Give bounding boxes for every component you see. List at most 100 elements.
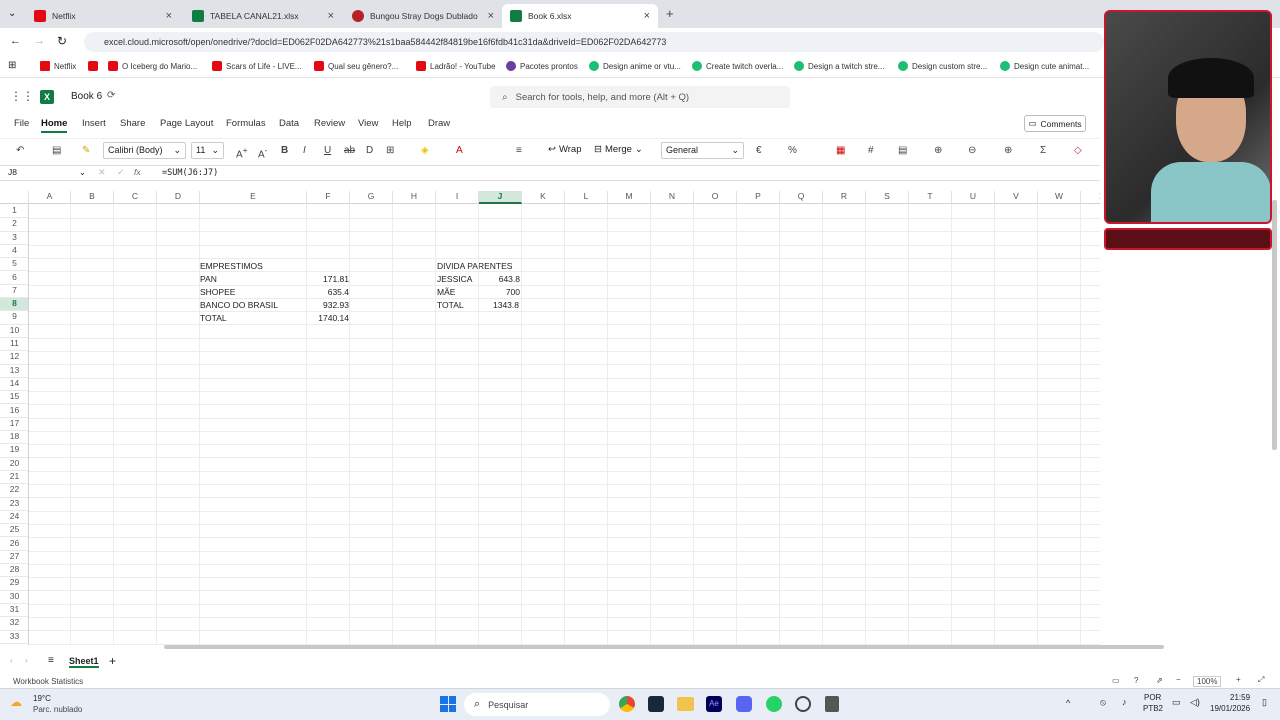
row-header-12[interactable]: 12 [0,351,29,365]
bookmark[interactable]: Ladrão! - YouTube [416,61,496,71]
row-header-33[interactable]: 33 [0,631,29,644]
tab-share[interactable]: Share [120,118,145,129]
close-icon[interactable]: × [166,10,172,22]
zoom-out-icon[interactable]: − [1176,675,1181,684]
row-header-16[interactable]: 16 [0,405,29,418]
all-sheets-icon[interactable]: ≡ [48,655,54,666]
merge-button[interactable]: ⊟ Merge ⌄ [594,144,643,155]
after-effects-icon[interactable]: Ae [706,696,722,712]
conditional-format-icon[interactable]: ▦ [836,145,845,156]
zoom-in-icon[interactable]: + [1236,675,1241,684]
scroll-left-icon[interactable]: ‹ [10,656,13,665]
column-header-k[interactable]: K [522,191,565,204]
bookmark[interactable]: Design cute animat... [1000,61,1089,71]
bookmark[interactable] [88,61,98,71]
workbook-title[interactable]: Book 6 [71,91,102,102]
cell-f9[interactable]: 1740.14 [309,312,349,325]
row-header-14[interactable]: 14 [0,378,29,392]
mic-icon[interactable]: ♪ [1122,697,1127,707]
network-icon[interactable]: ⦸ [1100,697,1106,708]
bookmark[interactable]: Design anime or vtu... [589,61,681,71]
row-header-32[interactable]: 32 [0,617,29,631]
tab-formulas[interactable]: Formulas [226,118,266,129]
bookmark[interactable]: Scars of Life - LIVE... [212,61,302,71]
tab-bungou[interactable]: Bungou Stray Dogs Dublado Ep × [344,4,502,28]
clock-app-icon[interactable] [795,696,811,712]
new-tab-icon[interactable]: + [666,6,674,21]
close-icon[interactable]: × [644,10,650,22]
column-header-t[interactable]: T [909,191,952,204]
tab-view[interactable]: View [358,118,378,129]
column-header-x[interactable]: X [1081,191,1100,204]
tray-chevron-icon[interactable]: ^ [1066,698,1070,708]
whatsapp-icon[interactable] [766,696,782,712]
column-header-f[interactable]: F [307,191,350,204]
underline-icon[interactable]: U [324,145,331,156]
spreadsheet-grid[interactable]: EMPRESTIMOS PAN 171.81 SHOPEE 635.4 BANC… [0,191,1100,645]
format-cells-icon[interactable]: ⊕ [1004,145,1012,156]
zoom-level[interactable]: 100% [1193,676,1222,687]
language-label[interactable]: POR [1144,693,1161,702]
bookmark[interactable]: Create twitch overla... [692,61,783,71]
bookmark[interactable]: O Iceberg do Mario... [108,61,197,71]
taskbar-search[interactable]: ⌕ Pesquisar [464,693,610,716]
row-header-15[interactable]: 15 [0,391,29,405]
select-all-corner[interactable] [0,191,29,204]
cell-styles-icon[interactable]: ▤ [898,145,907,156]
tab-home[interactable]: Home [41,118,67,129]
bookmark[interactable]: Design a twitch stre... [794,61,884,71]
row-header-5[interactable]: 5 [0,258,29,272]
column-header-p[interactable]: P [737,191,780,204]
bookmark[interactable]: Netflix [40,61,76,71]
column-header-v[interactable]: V [995,191,1038,204]
column-header-h[interactable]: H [393,191,436,204]
horizontal-scrollbar[interactable] [164,645,1164,649]
column-header-q[interactable]: Q [780,191,823,204]
app-launcher-icon[interactable]: ⋮⋮ [10,89,34,103]
undo-icon[interactable]: ↶ [16,145,24,156]
name-box[interactable]: J8 ⌄ [4,167,88,180]
wrap-text-button[interactable]: ↩ Wrap [548,144,582,155]
format-painter-icon[interactable]: ✎ [82,145,90,156]
fill-color-icon[interactable]: ◈ [421,145,429,156]
percent-icon[interactable]: % [788,145,797,156]
column-header-c[interactable]: C [114,191,157,204]
italic-icon[interactable]: I [303,145,306,156]
row-header-17[interactable]: 17 [0,418,29,432]
cell-e8[interactable]: BANCO DO BRASIL [200,299,278,312]
row-header-18[interactable]: 18 [0,431,29,445]
column-header-m[interactable]: M [608,191,651,204]
row-header-8[interactable]: 8 [0,298,29,312]
column-header-j[interactable]: J [479,191,522,204]
row-header-4[interactable]: 4 [0,245,29,259]
row-header-20[interactable]: 20 [0,458,29,471]
formula-input[interactable]: =SUM(J6:J7) [162,168,218,178]
align-icon[interactable]: ≡ [516,145,522,156]
view-normal-icon[interactable]: ▭ [1112,676,1120,685]
close-icon[interactable]: × [328,10,334,22]
column-header-o[interactable]: O [694,191,737,204]
row-header-26[interactable]: 26 [0,538,29,551]
discord-icon[interactable] [736,696,752,712]
row-header-13[interactable]: 13 [0,365,29,378]
column-header-n[interactable]: N [651,191,694,204]
row-header-19[interactable]: 19 [0,444,29,458]
column-header-i[interactable]: I [436,191,479,204]
insert-function-icon[interactable]: fx [134,167,141,177]
font-size-select[interactable]: 11 ⌄ [191,142,224,159]
row-header-31[interactable]: 31 [0,604,29,618]
steam-icon[interactable] [648,696,664,712]
currency-icon[interactable]: € [756,145,762,156]
apps-grid-icon[interactable]: ⊞ [8,60,16,71]
column-header-r[interactable]: R [823,191,866,204]
back-icon[interactable]: ← [10,35,21,47]
number-format-select[interactable]: General ⌄ [661,142,744,159]
column-header-a[interactable]: A [29,191,71,204]
row-header-29[interactable]: 29 [0,577,29,591]
bookmark[interactable]: Design custom stre... [898,61,987,71]
subscript-icon[interactable]: D [366,145,373,156]
bold-icon[interactable]: B [281,145,288,156]
tab-review[interactable]: Review [314,118,345,129]
column-header-s[interactable]: S [866,191,909,204]
tab-tabela[interactable]: TABELA CANAL21.xlsx × [184,4,342,28]
